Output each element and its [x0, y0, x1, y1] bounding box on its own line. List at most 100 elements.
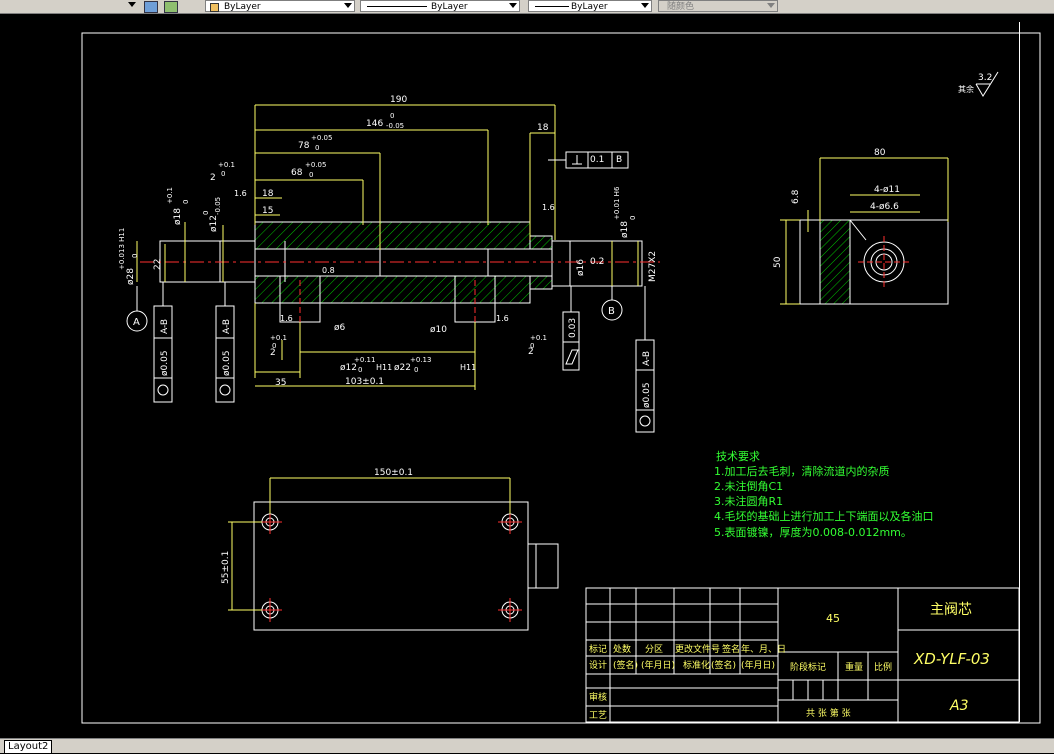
linetype-select-label: ByLayer	[431, 2, 468, 12]
side-view	[799, 219, 949, 305]
gdt-right-ref: A-B	[642, 351, 652, 366]
dim-190: 190	[390, 95, 407, 105]
dim-6-8: 6.8	[791, 189, 801, 204]
gdt-left-2-ref: A-B	[222, 319, 232, 334]
datum-b-label: B	[608, 306, 615, 317]
dim-2-lower-left-tol-dn: 0	[272, 342, 276, 350]
technical-requirements: 技术要求 1.加工后去毛刺，清除流道内的杂质 2.未注倒角C1 3.未注圆角R1…	[714, 450, 934, 539]
dim-phi28: ø28	[126, 268, 136, 285]
dim-phi28-tol: +0.013 H11	[118, 228, 126, 270]
color-swatch-icon	[210, 3, 219, 12]
tech-note-4: 4.毛坯的基础上进行加工上下端面以及各油口	[714, 509, 934, 523]
dim-2-tol-dn: 0	[221, 170, 225, 178]
dim-2: 2	[210, 173, 216, 183]
color-select[interactable]: ByLayer	[205, 0, 355, 12]
dim-1-6-c: 1.6	[234, 189, 247, 198]
tb-label-date: 年、月、日	[741, 643, 786, 655]
bottom-dim-labels: 150±0.1 55±0.1	[221, 468, 413, 584]
dim-15: 15	[262, 206, 273, 216]
linetype-preview	[367, 6, 427, 7]
tech-note-3: 3.未注圆角R1	[714, 494, 783, 508]
dim-146-tol-dn: -0.05	[386, 122, 404, 130]
dim-phi6: ø6	[334, 323, 346, 333]
dim-phi16: ø16	[576, 259, 586, 276]
dim-phi18: ø18	[173, 208, 183, 225]
dim-55: 55±0.1	[221, 551, 231, 584]
layer-states-icon[interactable]	[144, 1, 158, 13]
lineweight-select-label: ByLayer	[571, 2, 608, 12]
chevron-down-icon	[344, 3, 352, 8]
dim-phi18-right: ø18	[620, 221, 630, 238]
dim-phi12-bottom: ø12	[340, 363, 357, 373]
tb-standard: 标准化	[683, 659, 710, 671]
tb-design-date: (年月日)	[641, 659, 675, 671]
tech-notes-title: 技术要求	[716, 450, 760, 463]
dim-2-lower-right-tol: +0.1	[530, 334, 547, 342]
lineweight-select[interactable]: ByLayer	[528, 0, 652, 12]
color-select-label: ByLayer	[224, 2, 261, 12]
tb-process: 工艺	[589, 710, 607, 721]
tb-design-sign: (签名)	[613, 659, 638, 671]
datum-a-label: A	[133, 317, 140, 328]
dim-146: 146	[366, 119, 383, 129]
dim-phi12: ø12	[209, 215, 219, 232]
tb-label-count: 处数	[613, 643, 631, 655]
plotstyle-select-label: 随颜色	[667, 2, 695, 12]
gdt-frame-left-1	[153, 282, 173, 403]
tb-label-zone: 分区	[645, 644, 663, 655]
gdt-right-tol: ø0.05	[642, 382, 652, 408]
tb-part-name: 主阀芯	[930, 602, 972, 618]
datum-b: B	[601, 286, 623, 321]
chevron-down-icon	[509, 3, 517, 8]
dim-78-tol-up: +0.05	[311, 134, 332, 142]
tb-standard-date: (年月日)	[741, 659, 775, 671]
tech-note-5: 5.表面镀镍，厚度为0.008-0.012mm。	[714, 525, 912, 539]
tb-sheets: 共 张 第 张	[806, 707, 851, 719]
layout-tab-bar: Layout2	[0, 738, 1054, 754]
dim-68-tol-dn: 0	[309, 171, 313, 179]
lineweight-preview	[535, 6, 569, 7]
dim-1-6-b: 1.6	[496, 314, 509, 323]
tb-design: 设计	[589, 659, 607, 671]
chevron-down-icon[interactable]	[128, 2, 136, 7]
dim-phi18-right-tol-dn: 0	[629, 216, 637, 220]
side-dimensions	[780, 157, 949, 305]
tb-label-change-doc: 更改文件号	[675, 643, 720, 655]
gdt-frame-left-2	[215, 282, 235, 403]
gdt-cyl-tol: 0.03	[568, 318, 578, 338]
properties-toolbar: ByLayer ByLayer ByLayer 随颜色	[0, 0, 1054, 14]
dim-phi12-bottom-tol: +0.11	[354, 356, 375, 364]
dim-1-6-d: 1.6	[542, 203, 555, 212]
dim-phi12-tol-up: 0	[202, 211, 210, 215]
dim-phi18-right-tol: +0.01 H6	[613, 186, 621, 220]
plotstyle-select[interactable]: 随颜色	[658, 0, 778, 12]
tb-sheet-size: A3	[949, 698, 968, 714]
dim-phi22-bottom-tol: +0.13	[410, 356, 431, 364]
tb-weight: 重量	[845, 661, 863, 673]
tb-label-mark: 标记	[589, 643, 607, 655]
gdt-left-1-ref: A-B	[160, 319, 170, 334]
dim-78-tol-dn: 0	[315, 144, 319, 152]
dim-68: 68	[291, 168, 303, 178]
dim-phi12-bottom-tol-dn: 0	[358, 366, 362, 374]
dim-phi22-bottom: ø22	[394, 363, 411, 373]
dim-h11-a: H11	[376, 363, 392, 372]
dim-2-lower-right-tol-dn: 0	[530, 342, 534, 350]
dim-18-top: 18	[537, 123, 549, 133]
dim-holes-6-6: 4-ø6.6	[870, 202, 899, 212]
bottom-dimensions	[228, 477, 511, 611]
dim-78: 78	[298, 141, 310, 151]
tb-scale: 比例	[874, 661, 892, 673]
chevron-down-icon	[641, 3, 649, 8]
flatness-datum: B	[616, 155, 622, 165]
dim-phi28-tol-dn: 0	[131, 254, 139, 258]
dim-h11-b: H11	[460, 363, 476, 372]
drawing-canvas[interactable]: 其余 3.2 190 146 0 -0.05 78 +0.05 0 68 +0.…	[0, 14, 1054, 738]
tb-drawing-number: XD-YLF-03	[913, 650, 990, 668]
dim-150: 150±0.1	[374, 468, 413, 478]
dim-2-lower-left-tol: +0.1	[270, 334, 287, 342]
tb-stage: 阶段标记	[790, 661, 826, 673]
linetype-select[interactable]: ByLayer	[360, 0, 520, 12]
dim-phi12-tol-dn: -0.05	[214, 197, 222, 215]
layer-previous-icon[interactable]	[164, 1, 178, 13]
